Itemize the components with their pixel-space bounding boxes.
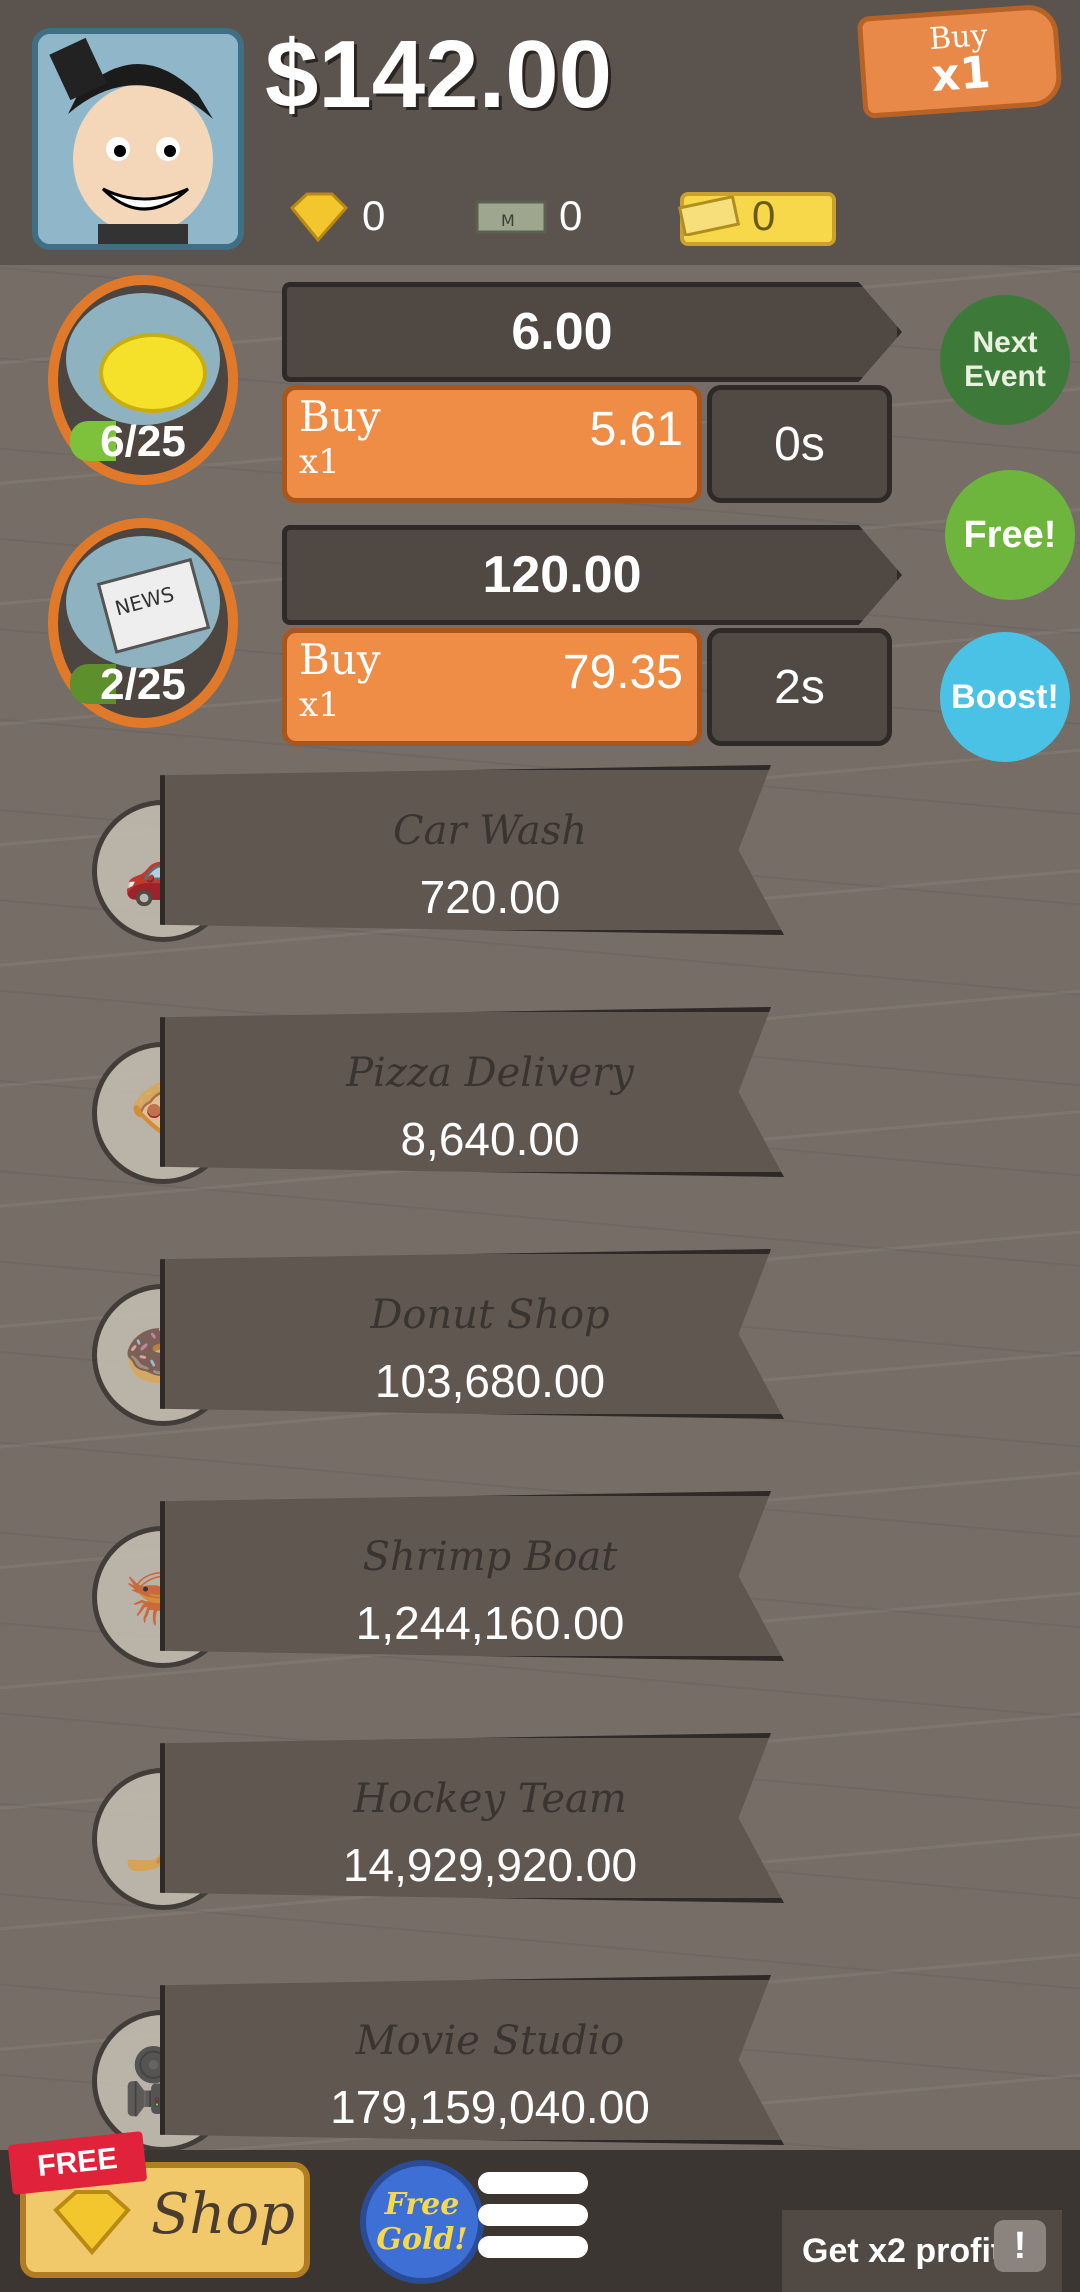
newspaper-buy-price: 79.35 — [562, 646, 683, 699]
lemon-icon — [99, 333, 207, 413]
car-wash-cost: 720.00 — [419, 871, 561, 923]
movie-studio-cost: 179,159,040.00 — [330, 2081, 650, 2133]
ticket-icon — [678, 196, 740, 236]
gold-currency: 0 — [282, 190, 385, 242]
car-wash-name: Car Wash — [392, 808, 588, 854]
newspaper-revenue: 120.00 — [482, 546, 642, 604]
shrimp-boat-cost: 1,244,160.00 — [355, 1597, 625, 1649]
top-bar: $142.00 Buy x1 0 M 0 0 — [0, 0, 1080, 265]
megabucks-amount: 0 — [559, 192, 583, 239]
svg-text:M: M — [501, 211, 515, 230]
free-label: Free! — [963, 513, 1057, 556]
donut-shop-name: Donut Shop — [370, 1292, 610, 1338]
movie-studio-name: Movie Studio — [355, 2018, 625, 2064]
menu-line — [478, 2236, 588, 2258]
menu-line — [478, 2172, 588, 2194]
gold-gem-icon — [53, 2190, 131, 2256]
lemon-buy-label: Buy — [299, 392, 381, 441]
boost-badge[interactable]: Boost! — [940, 632, 1070, 762]
tickets-amount: 0 — [752, 192, 776, 239]
lemon-owned-count: 6/25 — [100, 417, 186, 466]
donut-shop-cost: 103,680.00 — [374, 1355, 606, 1407]
buy-multiplier-button[interactable]: Buy x1 — [856, 3, 1064, 119]
newspaper-buy-button[interactable]: Buy x1 79.35 — [282, 628, 702, 746]
menu-line — [478, 2204, 588, 2226]
x2-profit-label: Get x2 profit! — [802, 2231, 1014, 2270]
business-icon-newspaper[interactable]: NEWS 2/25 — [48, 518, 238, 728]
shop-label: Shop — [151, 2182, 295, 2247]
alert-icon: ! — [994, 2220, 1046, 2272]
hockey-team-cost: 14,929,920.00 — [342, 1839, 638, 1891]
lemon-revenue-bar[interactable]: 6.00 — [282, 282, 902, 382]
lemon-timer: 0s — [707, 385, 892, 503]
lemon-buy-price: 5.61 — [589, 403, 683, 456]
lemon-buy-qty: x1 — [299, 442, 340, 482]
hockey-team-name: Hockey Team — [353, 1776, 627, 1822]
pizza-delivery-cost: 8,640.00 — [400, 1113, 580, 1165]
newspaper-buy-label: Buy — [299, 635, 381, 684]
newspaper-icon: NEWS — [96, 557, 211, 654]
megabucks-icon: M — [475, 200, 547, 234]
next-event-label: Next Event — [964, 326, 1046, 393]
business-icon-lemon[interactable]: 6/25 — [48, 275, 238, 485]
newspaper-owned-count: 2/25 — [100, 660, 186, 709]
lemon-buy-button[interactable]: Buy x1 5.61 — [282, 385, 702, 503]
boost-label: Boost! — [951, 677, 1059, 716]
menu-button[interactable] — [478, 2172, 588, 2272]
next-event-badge[interactable]: Next Event — [940, 295, 1070, 425]
shrimp-boat-name: Shrimp Boat — [362, 1534, 618, 1580]
gold-amount: 0 — [362, 192, 386, 239]
free-badge[interactable]: Free! — [945, 470, 1075, 600]
gold-gem-icon — [289, 192, 349, 242]
newspaper-revenue-bar[interactable]: 120.00 — [282, 525, 902, 625]
lemon-revenue: 6.00 — [511, 303, 613, 361]
tickets-currency: 0 — [678, 190, 775, 242]
megabucks-currency: M 0 — [475, 190, 582, 242]
x2-profit-button[interactable]: Get x2 profit! ! — [782, 2210, 1062, 2292]
newspaper-buy-qty: x1 — [299, 685, 340, 725]
newspaper-icon-bg: NEWS — [66, 536, 220, 668]
free-gold-button[interactable]: Free Gold! — [360, 2160, 484, 2284]
lemon-icon-bg — [66, 293, 220, 425]
money-counter: $142.00 — [265, 21, 613, 128]
manager-avatar[interactable] — [32, 28, 244, 250]
newspaper-timer: 2s — [707, 628, 892, 746]
pizza-delivery-name: Pizza Delivery — [346, 1050, 634, 1096]
